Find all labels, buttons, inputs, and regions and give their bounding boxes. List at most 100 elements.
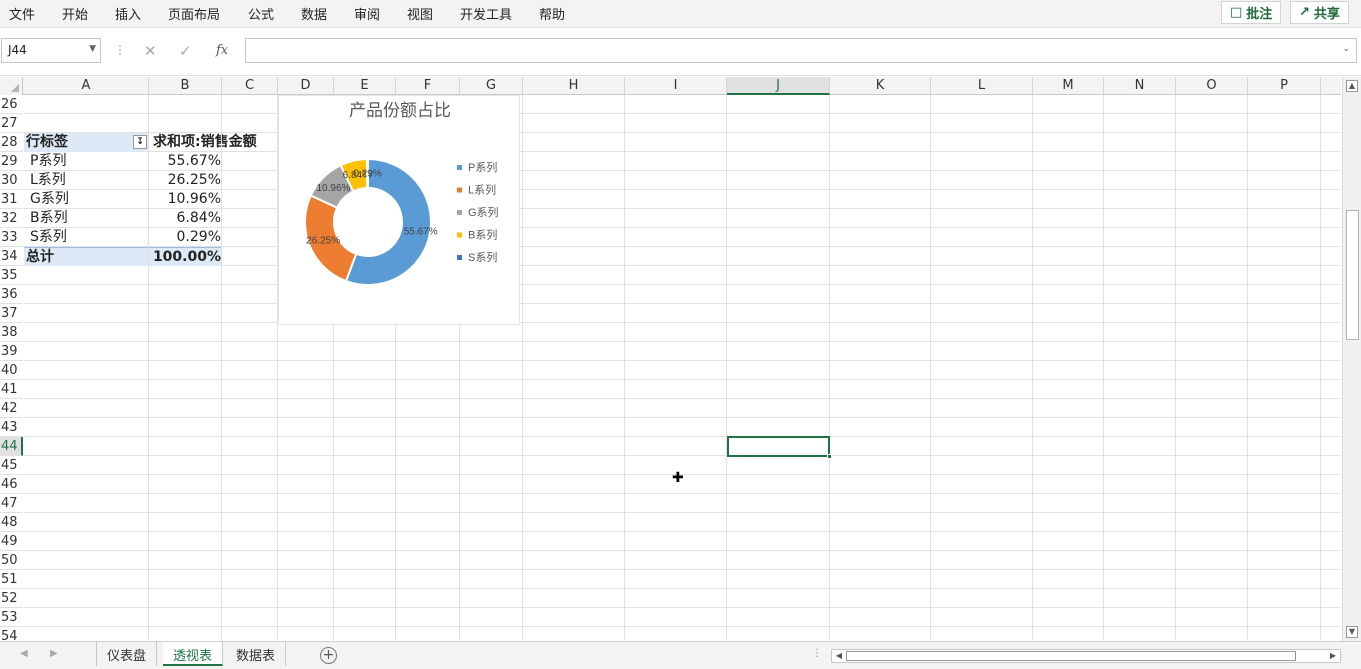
cancel-icon[interactable]: ✕: [144, 42, 157, 60]
row-header-45[interactable]: 45: [0, 456, 23, 475]
menu-insert[interactable]: 插入: [115, 4, 141, 23]
pivot-row-label[interactable]: P系列: [30, 152, 66, 171]
row-header-54[interactable]: 54: [0, 627, 23, 641]
row-header-31[interactable]: 31: [0, 190, 23, 209]
menu-view[interactable]: 视图: [407, 4, 433, 23]
spreadsheet-grid[interactable]: ABCDEFGHIJKLMNOP 26 27 28 29 30 31 32 33 34 35 36 3…: [0, 77, 1341, 641]
comments-button[interactable]: □ 批注: [1221, 1, 1282, 24]
tab-split-icon[interactable]: ⋮: [812, 648, 822, 659]
pivot-value-header[interactable]: 求和项:销售金额: [149, 133, 257, 152]
next-sheet-icon[interactable]: ▶: [50, 648, 58, 659]
scroll-up-icon[interactable]: ▲: [1346, 80, 1358, 92]
menu-file[interactable]: 文件: [9, 4, 35, 23]
column-header-m[interactable]: M: [1033, 77, 1104, 95]
row-header-38[interactable]: 38: [0, 323, 23, 342]
row-header-49[interactable]: 49: [0, 532, 23, 551]
pivot-row-value[interactable]: 6.84%: [149, 209, 221, 228]
pivot-row-value[interactable]: 26.25%: [149, 171, 221, 190]
row-header-50[interactable]: 50: [0, 551, 23, 570]
select-all-corner[interactable]: [0, 77, 23, 95]
row-header-35[interactable]: 35: [0, 266, 23, 285]
row-header-41[interactable]: 41: [0, 380, 23, 399]
add-sheet-icon[interactable]: +: [320, 647, 337, 664]
row-header-33[interactable]: 33: [0, 228, 23, 247]
row-header-42[interactable]: 42: [0, 399, 23, 418]
row-header-53[interactable]: 53: [0, 608, 23, 627]
column-header-c[interactable]: C: [222, 77, 278, 95]
vertical-scrollbar[interactable]: ▲ ▼: [1342, 77, 1361, 641]
row-header-36[interactable]: 36: [0, 285, 23, 304]
pivot-row-value[interactable]: 55.67%: [149, 152, 221, 171]
pivot-total-label[interactable]: 总计: [24, 247, 149, 266]
column-header-j[interactable]: J: [727, 77, 830, 95]
chevron-down-icon[interactable]: ▼: [89, 44, 96, 54]
confirm-icon[interactable]: ✓: [179, 42, 192, 60]
column-header-b[interactable]: B: [149, 77, 222, 95]
menu-home[interactable]: 开始: [62, 4, 88, 23]
insert-function-icon[interactable]: fx: [216, 43, 228, 58]
pivot-row-label-header[interactable]: 行标签 ↧: [24, 133, 149, 152]
row-header-47[interactable]: 47: [0, 494, 23, 513]
column-header-g[interactable]: G: [460, 77, 523, 95]
column-header-n[interactable]: N: [1104, 77, 1176, 95]
column-header-k[interactable]: K: [830, 77, 931, 95]
column-header-l[interactable]: L: [931, 77, 1033, 95]
fill-handle[interactable]: [827, 454, 832, 459]
menu-data[interactable]: 数据: [301, 4, 327, 23]
pivot-row-label[interactable]: B系列: [30, 209, 68, 228]
column-header-i[interactable]: I: [625, 77, 727, 95]
row-header-43[interactable]: 43: [0, 418, 23, 437]
row-header-29[interactable]: 29: [0, 152, 23, 171]
horizontal-scrollbar[interactable]: ◀ ▶: [831, 649, 1341, 663]
row-header-37[interactable]: 37: [0, 304, 23, 323]
pivot-row-label[interactable]: S系列: [30, 228, 67, 247]
column-header-e[interactable]: E: [334, 77, 396, 95]
row-header-32[interactable]: 32: [0, 209, 23, 228]
column-header-a[interactable]: A: [24, 77, 149, 95]
menu-help[interactable]: 帮助: [539, 4, 565, 23]
pivot-row-value[interactable]: 0.29%: [149, 228, 221, 247]
row-header-48[interactable]: 48: [0, 513, 23, 532]
share-button[interactable]: ↗ 共享: [1290, 1, 1349, 24]
row-header-44[interactable]: 44: [0, 437, 23, 456]
tab-dashboard[interactable]: 仪表盘: [96, 642, 158, 666]
horizontal-scroll-thumb[interactable]: [846, 651, 1296, 661]
column-header-p[interactable]: P: [1248, 77, 1321, 95]
row-header-51[interactable]: 51: [0, 570, 23, 589]
row-header-28[interactable]: 28: [0, 133, 23, 152]
column-header-h[interactable]: H: [523, 77, 625, 95]
menu-review[interactable]: 审阅: [354, 4, 380, 23]
expand-formula-icon[interactable]: ⌄: [1342, 44, 1350, 54]
donut-chart[interactable]: 产品份额占比 55.67% 26.25% 10.96% 6.84% 0.29% P系列 L系…: [278, 95, 520, 325]
scroll-left-icon[interactable]: ◀: [833, 650, 845, 662]
cell-area[interactable]: 行标签 ↧ 求和项:销售金额 P系列 55.67% L系列 26.25% G系列…: [24, 95, 1341, 641]
pivot-row-value[interactable]: 10.96%: [149, 190, 221, 209]
column-header-d[interactable]: D: [278, 77, 334, 95]
row-header-27[interactable]: 27: [0, 114, 23, 133]
row-header-30[interactable]: 30: [0, 171, 23, 190]
row-header-34[interactable]: 34: [0, 247, 23, 266]
row-header-52[interactable]: 52: [0, 589, 23, 608]
column-header-f[interactable]: F: [396, 77, 460, 95]
pivot-row-label[interactable]: G系列: [30, 190, 69, 209]
selected-cell[interactable]: [727, 436, 832, 459]
row-header-26[interactable]: 26: [0, 95, 23, 114]
vertical-scroll-thumb[interactable]: [1346, 210, 1359, 340]
formula-input[interactable]: ⌄: [245, 38, 1357, 63]
scroll-right-icon[interactable]: ▶: [1327, 650, 1339, 662]
menu-page-layout[interactable]: 页面布局: [168, 4, 220, 23]
tab-pivot[interactable]: 透视表: [163, 642, 224, 666]
prev-sheet-icon[interactable]: ◀: [20, 648, 28, 659]
tab-data[interactable]: 数据表: [226, 642, 287, 666]
row-header-39[interactable]: 39: [0, 342, 23, 361]
column-header-o[interactable]: O: [1176, 77, 1248, 95]
pivot-row-label[interactable]: L系列: [30, 171, 66, 190]
menu-developer[interactable]: 开发工具: [460, 4, 512, 23]
scroll-down-icon[interactable]: ▼: [1346, 626, 1358, 638]
pivot-total-value[interactable]: 100.00%: [149, 247, 222, 266]
row-header-46[interactable]: 46: [0, 475, 23, 494]
row-header-40[interactable]: 40: [0, 361, 23, 380]
name-box[interactable]: J44 ▼: [1, 38, 101, 63]
filter-dropdown-icon[interactable]: ↧: [133, 135, 147, 149]
menu-formulas[interactable]: 公式: [248, 4, 274, 23]
